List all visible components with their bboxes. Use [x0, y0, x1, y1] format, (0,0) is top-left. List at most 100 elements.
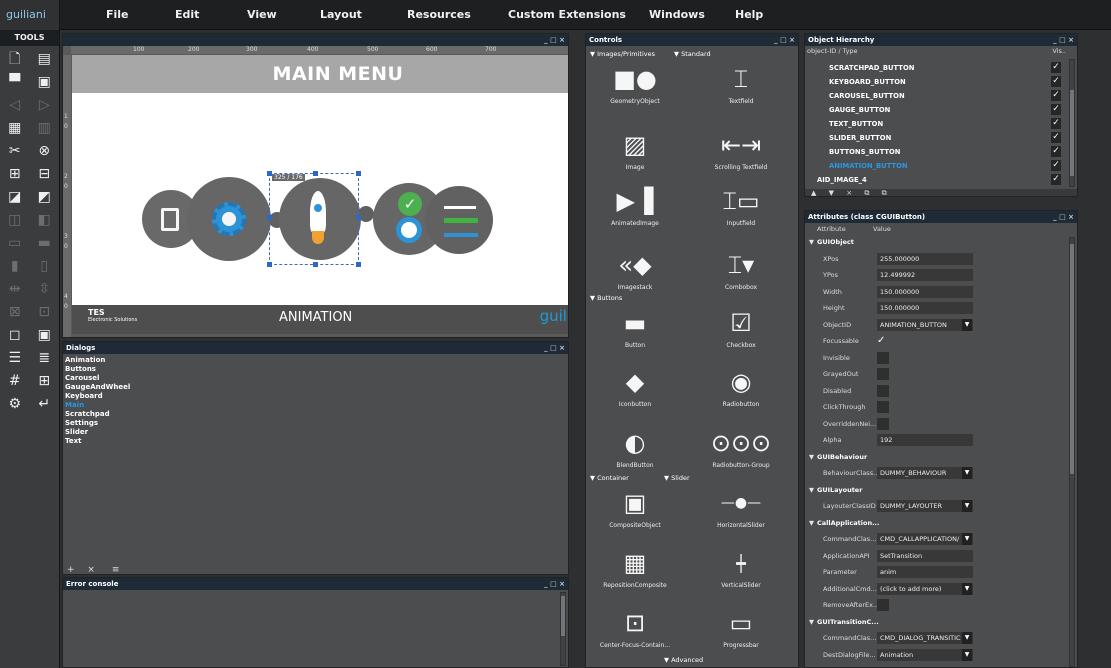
dialogs-window-controls[interactable]: _ □ × [544, 342, 565, 354]
folder-icon[interactable]: ▀ [6, 74, 23, 91]
attribute-row[interactable]: XPos 255.000000 [809, 252, 1073, 267]
editor-window-controls[interactable]: _ □ × [544, 34, 565, 46]
hierarchy-window-controls[interactable]: _ □ × [1053, 34, 1074, 46]
attribute-value[interactable]: DUMMY_LAYOUTER [877, 500, 973, 512]
visible-check[interactable]: ✓ [1051, 132, 1061, 143]
visible-check[interactable]: ✓ [1051, 174, 1061, 185]
visible-check[interactable]: ✓ [1051, 90, 1061, 101]
control-iconbutton[interactable]: ◆ Iconbutton [590, 365, 680, 423]
dropdown-icon[interactable]: ▼ [962, 582, 972, 595]
attribute-value[interactable]: CMD_CALLAPPLICATION/ [877, 533, 973, 545]
distribute-v-icon[interactable]: ▬ [36, 235, 53, 252]
delete-icon[interactable]: ⊗ [36, 143, 53, 160]
attribute-value[interactable]: 255.000000 [877, 252, 973, 265]
error-console-scroll-thumb[interactable] [561, 596, 565, 636]
attribute-row[interactable]: AdditionalCmd... (click to add more) ▼ [809, 582, 1073, 597]
visible-check[interactable]: ✓ [1051, 62, 1061, 73]
ungroup-icon[interactable]: ◧ [36, 212, 53, 229]
attributes-scroll-thumb[interactable] [1070, 244, 1074, 474]
checkbox[interactable] [877, 401, 889, 413]
hierarchy-scrollbar[interactable] [1069, 59, 1075, 187]
attribute-row[interactable]: YPos 12.499992 [809, 268, 1073, 283]
dialog-item-keyboard[interactable]: Keyboard [63, 392, 568, 401]
control-horizontalslider[interactable]: —●— HorizontalSlider [696, 486, 786, 544]
hierarchy-row-aid-image-4[interactable]: AID_IMAGE_4 [817, 173, 1067, 187]
attribute-row[interactable]: Height 150.000000 [809, 301, 1073, 316]
control-image[interactable]: ▨ Image [590, 128, 680, 186]
attribute-row[interactable]: ▼ GUIObject [809, 235, 1073, 250]
align-top-icon[interactable]: ⊟ [36, 166, 53, 183]
design-canvas[interactable]: MAIN MENU ✓ 325 / 176 TES Electronic Solu… [72, 55, 568, 334]
group-icon[interactable]: ◫ [6, 212, 23, 229]
attribute-value[interactable]: 12.499992 [877, 269, 973, 281]
checkbox[interactable] [877, 351, 889, 364]
attribute-value[interactable]: anim [877, 566, 973, 578]
dialog-item-gaugeandwheel[interactable]: GaugeAndWheel [63, 383, 568, 392]
section-advanced[interactable]: ▼ Advanced [664, 656, 703, 664]
dialog-item-animation[interactable]: Animation [63, 356, 568, 365]
attribute-row[interactable]: Alpha 192 [809, 433, 1073, 448]
control-repositioncomposite[interactable]: ▦ RepositionComposite [590, 546, 680, 604]
control-geometryobject[interactable]: ■● GeometryObject [590, 62, 680, 120]
move-up-icon[interactable]: ▲ [811, 189, 816, 196]
visible-check[interactable]: ✓ [1051, 76, 1061, 87]
frame-icon[interactable]: ▣ [36, 327, 53, 344]
size-h-icon[interactable]: ▮ [6, 258, 23, 275]
space-h-icon[interactable]: ⇹ [6, 281, 23, 298]
hierarchy-scroll-thumb[interactable] [1070, 90, 1074, 176]
remove-dialog-icon[interactable]: × [87, 565, 95, 574]
control-combobox[interactable]: ⌶▾ Combobox [696, 248, 786, 306]
control-radiobutton[interactable]: ◉ Radiobutton [696, 365, 786, 423]
size-v-icon[interactable]: ▯ [36, 258, 53, 275]
numbers-icon[interactable]: ⊞ [36, 373, 53, 390]
section-slider[interactable]: ▼ Slider [664, 474, 690, 482]
resize-handle[interactable] [313, 262, 318, 267]
attribute-row[interactable]: BehaviourClass... DUMMY_BEHAVIOUR ▼ [809, 466, 1073, 481]
attribute-row[interactable]: ▼ GUIBehaviour [809, 450, 1073, 465]
control-radiobutton-group[interactable]: ⊙⊙⊙ Radiobutton-Group [696, 426, 786, 484]
control-textfield[interactable]: ⌶ Textfield [696, 62, 786, 120]
dropdown-icon[interactable]: ▼ [962, 648, 972, 661]
attribute-row[interactable]: OverriddenNei... [809, 417, 1073, 432]
attribute-row[interactable]: ClickThrough [809, 400, 1073, 415]
dialog-item-slider[interactable]: Slider [63, 428, 568, 437]
visible-check[interactable]: ✓ [1051, 104, 1061, 115]
menu-help[interactable]: Help [735, 8, 763, 21]
visible-check[interactable]: ✓ [1051, 160, 1061, 171]
control-compositeobject[interactable]: ▣ CompositeObject [590, 486, 680, 544]
attribute-value[interactable]: (click to add more) [877, 582, 973, 595]
attribute-value[interactable]: 150.000000 [877, 285, 973, 298]
menu-custom-extensions[interactable]: Custom Extensions [508, 8, 626, 21]
space-v-icon[interactable]: ⇳ [36, 281, 53, 298]
move-down-icon[interactable]: ▼ [829, 189, 834, 196]
attribute-value[interactable]: Animation [877, 648, 973, 661]
add-dialog-icon[interactable]: + [67, 565, 75, 574]
expand-icon[interactable]: ▼ [809, 519, 814, 527]
dropdown-icon[interactable]: ▼ [962, 467, 972, 479]
attribute-row[interactable]: ▼ GUITransitionC... [809, 615, 1073, 630]
hierarchy-row-gauge-button[interactable]: GAUGE_BUTTON [829, 103, 1077, 117]
hierarchy-row-carousel-button[interactable]: CAROUSEL_BUTTON [829, 89, 1077, 103]
attribute-row[interactable]: Width 150.000000 [809, 285, 1073, 300]
error-console-window-controls[interactable]: _ □ × [544, 578, 565, 590]
checkbox[interactable] [877, 417, 889, 430]
menu-edit[interactable]: Edit [175, 8, 199, 21]
grid-icon[interactable]: # [6, 373, 23, 390]
dialog-item-buttons[interactable]: Buttons [63, 365, 568, 374]
dropdown-icon[interactable]: ▼ [962, 632, 972, 644]
control-scrolling-textfield[interactable]: ⇤⇥ Scrolling Textfield [696, 128, 786, 186]
attribute-row[interactable]: DestDialogFile... Animation ▼ [809, 648, 1073, 663]
align-bottom-icon[interactable]: ◩ [36, 189, 53, 206]
attribute-row[interactable]: Disabled [809, 384, 1073, 399]
dropdown-icon[interactable]: ▼ [962, 533, 972, 545]
dialog-menu-icon[interactable]: ≡ [112, 565, 120, 574]
dialog-item-carousel[interactable]: Carousel [63, 374, 568, 383]
dropdown-icon[interactable]: ▼ [962, 500, 972, 512]
stop-icon[interactable]: ◻ [6, 327, 23, 344]
attribute-row[interactable]: CommandClas... CMD_DIALOG_TRANSITIC ▼ [809, 631, 1073, 646]
control-verticalslider[interactable]: ┿ VerticalSlider [696, 546, 786, 604]
copy-icon[interactable]: ▦ [6, 120, 23, 137]
attribute-row[interactable]: RemoveAfterEx... [809, 598, 1073, 613]
visible-check[interactable]: ✓ [1051, 146, 1061, 157]
resize-handle[interactable] [267, 215, 272, 220]
